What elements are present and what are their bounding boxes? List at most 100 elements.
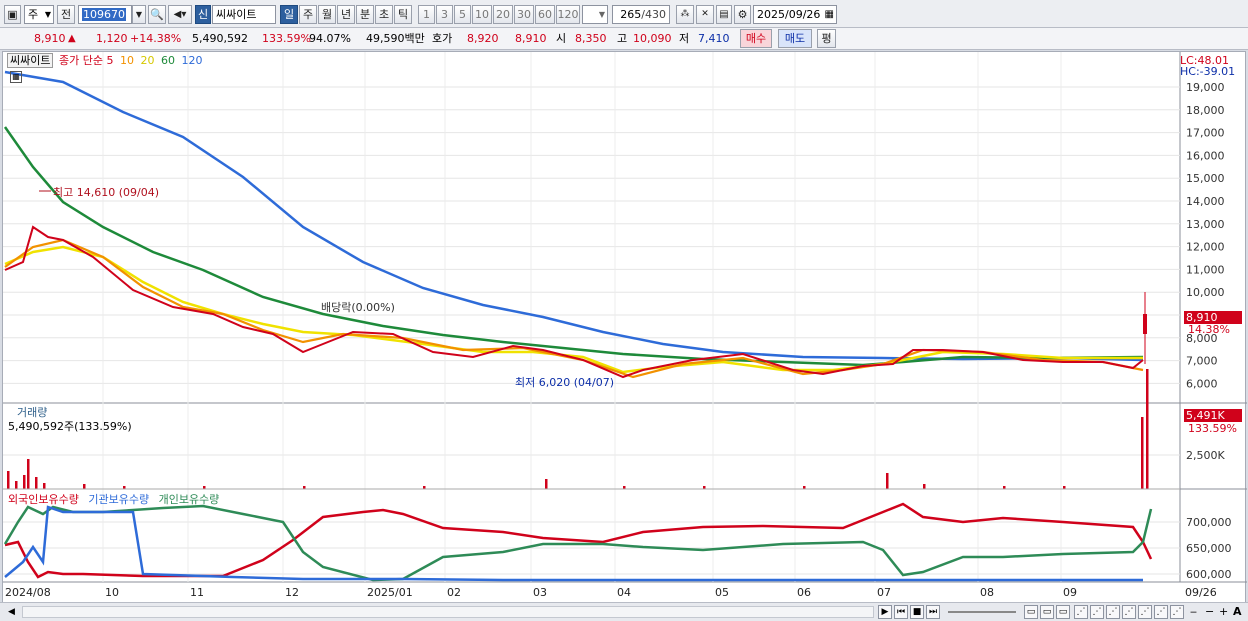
price-y-tick: 14,000 xyxy=(1186,195,1225,208)
tab-period-3[interactable]: 년 xyxy=(337,5,355,24)
open-label: 시 xyxy=(556,32,567,45)
save-icon[interactable]: ▤ xyxy=(716,5,732,24)
zoom-icon[interactable]: ⁂ xyxy=(676,5,694,24)
draw-icon[interactable]: ✕ xyxy=(696,5,714,24)
tab-period-0[interactable]: 일 xyxy=(280,5,298,24)
tool-icon-4[interactable]: ⋰ xyxy=(1122,605,1136,619)
screen-menu-icon[interactable]: ▣ xyxy=(4,5,21,24)
tab-period-4[interactable]: 분 xyxy=(356,5,374,24)
volume-last-pct: 133.59% xyxy=(1188,422,1237,435)
x-axis-label: 05 xyxy=(715,586,729,599)
x-axis-label: 10 xyxy=(105,586,119,599)
prev-button[interactable]: 전 xyxy=(57,5,75,24)
x-axis-label: 12 xyxy=(285,586,299,599)
tool-icon-2[interactable]: ⋰ xyxy=(1090,605,1104,619)
forward-icon[interactable]: ⏭ xyxy=(926,605,940,619)
tab-period-5[interactable]: 초 xyxy=(375,5,393,24)
x-axis-label: 02 xyxy=(447,586,461,599)
x-axis-label: 08 xyxy=(980,586,994,599)
volume-summary: 5,490,592주(133.59%) xyxy=(8,420,132,433)
layout-icon-3[interactable]: ▭ xyxy=(1056,605,1070,619)
price-y-tick: 16,000 xyxy=(1186,149,1225,162)
scroll-track[interactable] xyxy=(22,606,874,618)
table-icon[interactable]: ▦ xyxy=(10,71,22,83)
tab-interval-0[interactable]: 1 xyxy=(418,5,435,24)
layout-icon-1[interactable]: ▭ xyxy=(1024,605,1038,619)
sell-button[interactable]: 매도 xyxy=(778,29,812,48)
zoom-in-icon[interactable]: + xyxy=(1219,604,1228,620)
rewind-icon[interactable]: ⏮ xyxy=(894,605,908,619)
x-axis-label: 2024/08 xyxy=(5,586,51,599)
hc-label: HC:-39.01 xyxy=(1180,65,1236,78)
interval-custom-input[interactable]: ▼ xyxy=(582,5,608,24)
tool-icon-7[interactable]: ⋰ xyxy=(1170,605,1184,619)
minus-icon[interactable]: ‒ xyxy=(1190,604,1197,620)
tab-period-2[interactable]: 월 xyxy=(318,5,336,24)
stock-code-input[interactable]: 109670 xyxy=(78,5,132,24)
price-y-tick: 19,000 xyxy=(1186,81,1225,94)
new-listing-badge: 신 xyxy=(195,5,211,24)
scroll-right-icon[interactable]: ▶ xyxy=(878,605,892,619)
price-y-tick: 12,000 xyxy=(1186,241,1225,254)
count-input[interactable]: 265/430 xyxy=(612,5,670,24)
volume-ratio: 133.59% xyxy=(262,32,311,45)
volume-bar xyxy=(886,473,889,489)
legend-ma5[interactable]: 종가 단순 5 xyxy=(59,54,113,67)
foreign-holdings-line xyxy=(4,502,1153,579)
tab-interval-3[interactable]: 10 xyxy=(472,5,492,24)
tool-icon-3[interactable]: ⋰ xyxy=(1106,605,1120,619)
tab-period-1[interactable]: 주 xyxy=(299,5,317,24)
stock-name-field[interactable]: 씨싸이트 xyxy=(212,5,276,24)
legend-ma20[interactable]: 20 xyxy=(140,54,154,67)
tab-interval-4[interactable]: 20 xyxy=(493,5,513,24)
price-change-pct: +14.38% xyxy=(130,32,182,45)
tab-interval-6[interactable]: 60 xyxy=(535,5,555,24)
chart-window: ▣ 주 ▼ 전 109670 ▼ 🔍 ◀▾ 신 씨싸이트 일 주 월 년 분 초 … xyxy=(0,0,1248,621)
bottom-scroll-bar: ◀ ▶ ⏮ ■ ⏭ ▭ ▭ ▭ ⋰ ⋰ ⋰ ⋰ ⋰ ⋰ ⋰ ‒ − + A xyxy=(0,602,1248,621)
settings-gear-icon[interactable]: ⚙ xyxy=(734,5,751,24)
legend-ma10[interactable]: 10 xyxy=(120,54,134,67)
legend-ma120[interactable]: 120 xyxy=(181,54,202,67)
x-axis-label: 2025/01 xyxy=(367,586,413,599)
volume-bar xyxy=(27,459,30,489)
tool-icon-5[interactable]: ⋰ xyxy=(1138,605,1152,619)
eval-button[interactable]: 평 xyxy=(817,29,836,48)
tab-interval-7[interactable]: 120 xyxy=(556,5,580,24)
tab-interval-5[interactable]: 30 xyxy=(514,5,534,24)
volume-bar xyxy=(1141,417,1144,489)
legend-ma60[interactable]: 60 xyxy=(161,54,175,67)
main-toolbar: ▣ 주 ▼ 전 109670 ▼ 🔍 ◀▾ 신 씨싸이트 일 주 월 년 분 초 … xyxy=(0,0,1248,28)
date-value: 2025/09/26 xyxy=(757,8,821,21)
volume-value: 5,490,592 xyxy=(192,32,248,45)
tab-period-6[interactable]: 틱 xyxy=(394,5,412,24)
period-select[interactable]: 주 ▼ xyxy=(24,5,54,24)
tab-interval-2[interactable]: 5 xyxy=(454,5,471,24)
calendar-icon[interactable]: ▦ xyxy=(825,6,834,23)
tool-icon-1[interactable]: ⋰ xyxy=(1074,605,1088,619)
buy-button[interactable]: 매수 xyxy=(740,29,772,48)
code-dropdown-icon[interactable]: ▼ xyxy=(132,5,146,24)
font-size-icon[interactable]: A xyxy=(1233,604,1242,620)
speaker-icon[interactable]: ◀▾ xyxy=(168,5,192,24)
scroll-left-icon[interactable]: ◀ xyxy=(8,604,15,620)
tab-interval-1[interactable]: 3 xyxy=(436,5,453,24)
search-icon[interactable]: 🔍 xyxy=(148,5,166,24)
legend-institution[interactable]: 기관보유수량 xyxy=(88,493,149,506)
last-change-tag: 14.38% xyxy=(1188,323,1230,336)
price-y-tick: 15,000 xyxy=(1186,172,1225,185)
zoom-slider[interactable] xyxy=(948,611,1016,613)
date-input[interactable]: 2025/09/26 ▦ xyxy=(753,5,837,24)
quote-bar: 8,910 ▲ 1,120 +14.38% 5,490,592 133.59% … xyxy=(0,28,1248,50)
legend-individual[interactable]: 개인보유수량 xyxy=(159,493,220,506)
legend-stock-name[interactable]: 씨싸이트 xyxy=(7,53,54,68)
layout-icon-2[interactable]: ▭ xyxy=(1040,605,1054,619)
stop-icon[interactable]: ■ xyxy=(910,605,924,619)
ma20-line xyxy=(4,245,1143,374)
chart-area[interactable]: 19,000 18,000 17,000 16,000 15,000 14,000 13,0… xyxy=(2,51,1247,604)
zoom-out-icon[interactable]: − xyxy=(1205,604,1214,620)
chart-canvas[interactable]: 19,000 18,000 17,000 16,000 15,000 14,000 13,0… xyxy=(3,52,1247,604)
up-arrow-icon: ▲ xyxy=(68,33,76,44)
legend-foreign[interactable]: 외국인보유수량 xyxy=(8,493,79,506)
tool-icon-6[interactable]: ⋰ xyxy=(1154,605,1168,619)
count-total: /430 xyxy=(641,8,666,21)
